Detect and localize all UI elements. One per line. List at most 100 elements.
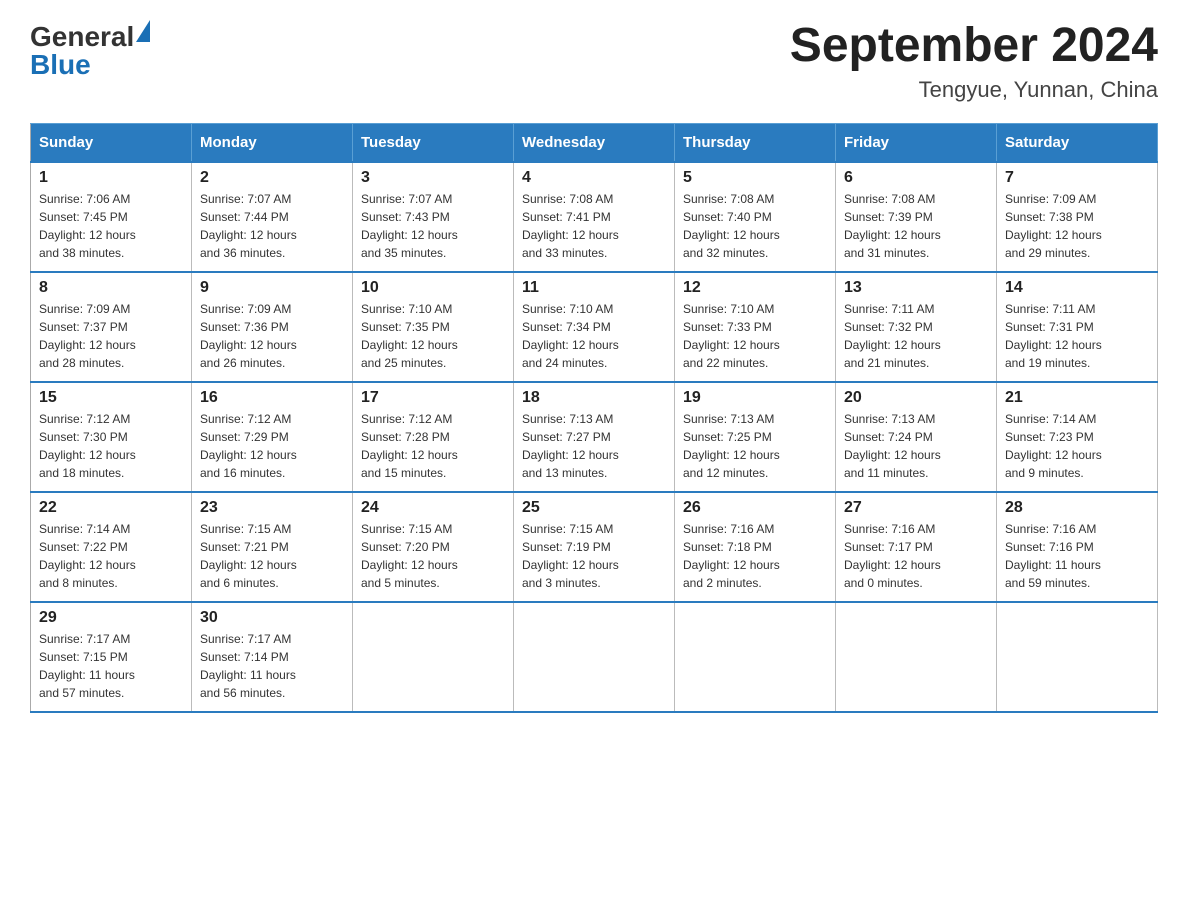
day-info: Sunrise: 7:13 AMSunset: 7:25 PMDaylight:…: [683, 410, 827, 482]
day-number: 2: [200, 169, 344, 187]
calendar-day-header: Monday: [192, 123, 353, 162]
calendar-day-cell: 11 Sunrise: 7:10 AMSunset: 7:34 PMDaylig…: [514, 272, 675, 382]
calendar-day-cell: 19 Sunrise: 7:13 AMSunset: 7:25 PMDaylig…: [675, 382, 836, 492]
day-number: 22: [39, 499, 183, 517]
calendar-day-cell: 6 Sunrise: 7:08 AMSunset: 7:39 PMDayligh…: [836, 162, 997, 272]
day-info: Sunrise: 7:09 AMSunset: 7:38 PMDaylight:…: [1005, 190, 1149, 262]
day-number: 6: [844, 169, 988, 187]
day-number: 26: [683, 499, 827, 517]
calendar-day-cell: 24 Sunrise: 7:15 AMSunset: 7:20 PMDaylig…: [353, 492, 514, 602]
day-number: 23: [200, 499, 344, 517]
day-number: 3: [361, 169, 505, 187]
day-number: 25: [522, 499, 666, 517]
day-info: Sunrise: 7:17 AMSunset: 7:14 PMDaylight:…: [200, 630, 344, 702]
calendar-week-row: 1 Sunrise: 7:06 AMSunset: 7:45 PMDayligh…: [31, 162, 1158, 272]
day-info: Sunrise: 7:09 AMSunset: 7:36 PMDaylight:…: [200, 300, 344, 372]
calendar-week-row: 15 Sunrise: 7:12 AMSunset: 7:30 PMDaylig…: [31, 382, 1158, 492]
day-number: 18: [522, 389, 666, 407]
calendar-day-cell: 12 Sunrise: 7:10 AMSunset: 7:33 PMDaylig…: [675, 272, 836, 382]
calendar-day-cell: 7 Sunrise: 7:09 AMSunset: 7:38 PMDayligh…: [997, 162, 1158, 272]
logo-blue: Blue: [30, 49, 91, 80]
calendar-day-cell: 25 Sunrise: 7:15 AMSunset: 7:19 PMDaylig…: [514, 492, 675, 602]
day-info: Sunrise: 7:16 AMSunset: 7:18 PMDaylight:…: [683, 520, 827, 592]
calendar-day-cell: 22 Sunrise: 7:14 AMSunset: 7:22 PMDaylig…: [31, 492, 192, 602]
calendar-day-cell: 5 Sunrise: 7:08 AMSunset: 7:40 PMDayligh…: [675, 162, 836, 272]
day-info: Sunrise: 7:12 AMSunset: 7:30 PMDaylight:…: [39, 410, 183, 482]
day-info: Sunrise: 7:08 AMSunset: 7:41 PMDaylight:…: [522, 190, 666, 262]
day-info: Sunrise: 7:13 AMSunset: 7:24 PMDaylight:…: [844, 410, 988, 482]
logo-general: General: [30, 21, 134, 52]
day-info: Sunrise: 7:14 AMSunset: 7:22 PMDaylight:…: [39, 520, 183, 592]
calendar-header-row: SundayMondayTuesdayWednesdayThursdayFrid…: [31, 123, 1158, 162]
calendar-day-cell: 26 Sunrise: 7:16 AMSunset: 7:18 PMDaylig…: [675, 492, 836, 602]
day-info: Sunrise: 7:16 AMSunset: 7:16 PMDaylight:…: [1005, 520, 1149, 592]
day-number: 4: [522, 169, 666, 187]
logo: General Blue: [30, 20, 150, 79]
calendar-day-cell: 17 Sunrise: 7:12 AMSunset: 7:28 PMDaylig…: [353, 382, 514, 492]
day-number: 16: [200, 389, 344, 407]
day-number: 14: [1005, 279, 1149, 297]
calendar-subtitle: Tengyue, Yunnan, China: [790, 77, 1158, 103]
day-number: 24: [361, 499, 505, 517]
day-number: 11: [522, 279, 666, 297]
calendar-day-cell: 3 Sunrise: 7:07 AMSunset: 7:43 PMDayligh…: [353, 162, 514, 272]
calendar-day-header: Tuesday: [353, 123, 514, 162]
calendar-day-cell: 21 Sunrise: 7:14 AMSunset: 7:23 PMDaylig…: [997, 382, 1158, 492]
day-info: Sunrise: 7:13 AMSunset: 7:27 PMDaylight:…: [522, 410, 666, 482]
calendar-title: September 2024: [790, 20, 1158, 73]
calendar-day-cell: [997, 602, 1158, 712]
logo-line1: General: [30, 20, 150, 51]
calendar-day-cell: 14 Sunrise: 7:11 AMSunset: 7:31 PMDaylig…: [997, 272, 1158, 382]
calendar-table: SundayMondayTuesdayWednesdayThursdayFrid…: [30, 123, 1158, 713]
day-info: Sunrise: 7:15 AMSunset: 7:20 PMDaylight:…: [361, 520, 505, 592]
calendar-week-row: 29 Sunrise: 7:17 AMSunset: 7:15 PMDaylig…: [31, 602, 1158, 712]
calendar-day-cell: 16 Sunrise: 7:12 AMSunset: 7:29 PMDaylig…: [192, 382, 353, 492]
day-number: 29: [39, 609, 183, 627]
day-info: Sunrise: 7:14 AMSunset: 7:23 PMDaylight:…: [1005, 410, 1149, 482]
day-info: Sunrise: 7:10 AMSunset: 7:34 PMDaylight:…: [522, 300, 666, 372]
calendar-day-header: Saturday: [997, 123, 1158, 162]
calendar-day-cell: 29 Sunrise: 7:17 AMSunset: 7:15 PMDaylig…: [31, 602, 192, 712]
day-info: Sunrise: 7:08 AMSunset: 7:39 PMDaylight:…: [844, 190, 988, 262]
calendar-day-cell: 20 Sunrise: 7:13 AMSunset: 7:24 PMDaylig…: [836, 382, 997, 492]
calendar-day-cell: 4 Sunrise: 7:08 AMSunset: 7:41 PMDayligh…: [514, 162, 675, 272]
day-info: Sunrise: 7:15 AMSunset: 7:21 PMDaylight:…: [200, 520, 344, 592]
day-info: Sunrise: 7:06 AMSunset: 7:45 PMDaylight:…: [39, 190, 183, 262]
day-info: Sunrise: 7:11 AMSunset: 7:32 PMDaylight:…: [844, 300, 988, 372]
calendar-day-cell: [353, 602, 514, 712]
calendar-day-cell: 10 Sunrise: 7:10 AMSunset: 7:35 PMDaylig…: [353, 272, 514, 382]
logo-triangle-icon: [136, 20, 150, 42]
day-number: 9: [200, 279, 344, 297]
calendar-day-cell: 27 Sunrise: 7:16 AMSunset: 7:17 PMDaylig…: [836, 492, 997, 602]
calendar-day-cell: 28 Sunrise: 7:16 AMSunset: 7:16 PMDaylig…: [997, 492, 1158, 602]
day-info: Sunrise: 7:07 AMSunset: 7:44 PMDaylight:…: [200, 190, 344, 262]
calendar-day-cell: [675, 602, 836, 712]
day-number: 5: [683, 169, 827, 187]
calendar-week-row: 8 Sunrise: 7:09 AMSunset: 7:37 PMDayligh…: [31, 272, 1158, 382]
day-number: 27: [844, 499, 988, 517]
day-number: 10: [361, 279, 505, 297]
title-area: September 2024 Tengyue, Yunnan, China: [790, 20, 1158, 103]
calendar-day-header: Wednesday: [514, 123, 675, 162]
day-number: 8: [39, 279, 183, 297]
calendar-day-cell: 13 Sunrise: 7:11 AMSunset: 7:32 PMDaylig…: [836, 272, 997, 382]
calendar-day-header: Thursday: [675, 123, 836, 162]
day-number: 15: [39, 389, 183, 407]
calendar-day-cell: 2 Sunrise: 7:07 AMSunset: 7:44 PMDayligh…: [192, 162, 353, 272]
day-info: Sunrise: 7:17 AMSunset: 7:15 PMDaylight:…: [39, 630, 183, 702]
day-number: 17: [361, 389, 505, 407]
day-number: 20: [844, 389, 988, 407]
day-info: Sunrise: 7:07 AMSunset: 7:43 PMDaylight:…: [361, 190, 505, 262]
day-number: 30: [200, 609, 344, 627]
day-info: Sunrise: 7:08 AMSunset: 7:40 PMDaylight:…: [683, 190, 827, 262]
calendar-day-cell: 23 Sunrise: 7:15 AMSunset: 7:21 PMDaylig…: [192, 492, 353, 602]
page-header: General Blue September 2024 Tengyue, Yun…: [30, 20, 1158, 103]
day-info: Sunrise: 7:16 AMSunset: 7:17 PMDaylight:…: [844, 520, 988, 592]
calendar-day-cell: 9 Sunrise: 7:09 AMSunset: 7:36 PMDayligh…: [192, 272, 353, 382]
day-number: 1: [39, 169, 183, 187]
day-info: Sunrise: 7:10 AMSunset: 7:33 PMDaylight:…: [683, 300, 827, 372]
calendar-day-header: Sunday: [31, 123, 192, 162]
day-info: Sunrise: 7:10 AMSunset: 7:35 PMDaylight:…: [361, 300, 505, 372]
calendar-day-cell: [514, 602, 675, 712]
day-number: 13: [844, 279, 988, 297]
